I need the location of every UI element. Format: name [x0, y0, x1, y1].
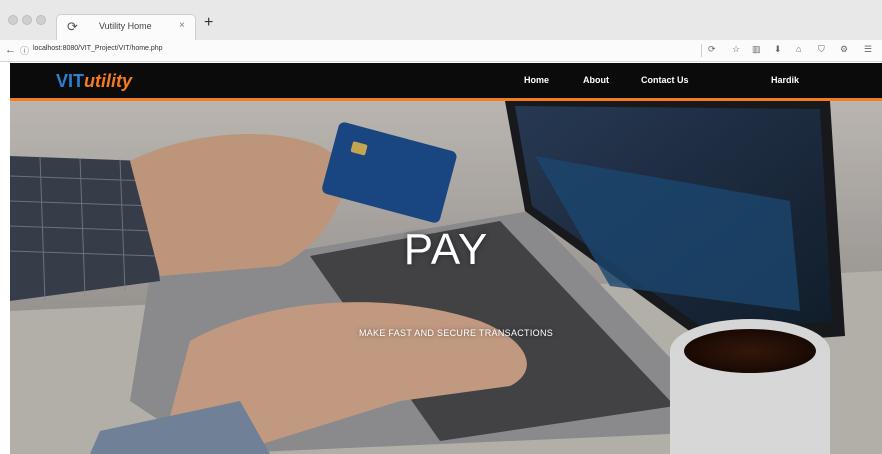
- library-icon[interactable]: ▥: [752, 44, 761, 55]
- address-bar[interactable]: localhost:8080/VIT_Project/VIT/home.php: [33, 45, 163, 52]
- shield-icon[interactable]: ⛉: [818, 44, 825, 55]
- site-logo[interactable]: VITutility: [56, 71, 132, 91]
- window-close-dot[interactable]: [8, 15, 18, 25]
- settings-icon[interactable]: ⚙: [840, 44, 848, 55]
- site-navbar: VITutility Home About Contact Us Hardik: [10, 63, 882, 101]
- window-zoom-dot[interactable]: [36, 15, 46, 25]
- star-icon[interactable]: ☆: [732, 44, 740, 55]
- menu-icon[interactable]: ☰: [864, 44, 872, 55]
- info-icon[interactable]: ⓘ: [20, 44, 29, 57]
- logo-text-vit: VIT: [56, 71, 85, 91]
- close-icon[interactable]: ×: [179, 20, 185, 31]
- browser-tab[interactable]: ⟳ Vutility Home ×: [56, 14, 196, 40]
- hero-banner: PAY MAKE FAST AND SECURE TRANSACTIONS: [10, 101, 882, 454]
- toolbar-divider: [701, 44, 702, 57]
- browser-tab-strip: ⟳ Vutility Home × +: [0, 0, 882, 40]
- window-minimize-dot[interactable]: [22, 15, 32, 25]
- browser-toolbar: ← ⓘ localhost:8080/VIT_Project/VIT/home.…: [0, 40, 882, 62]
- reload-icon[interactable]: ⟳: [67, 19, 78, 35]
- hero-title: PAY: [403, 225, 489, 274]
- new-tab-button[interactable]: +: [204, 15, 213, 31]
- logo-text-utility: utility: [84, 71, 133, 91]
- download-icon[interactable]: ⬇: [774, 44, 782, 55]
- nav-user-link[interactable]: Hardik: [771, 75, 799, 85]
- hero-subtitle: MAKE FAST AND SECURE TRANSACTIONS: [358, 328, 554, 338]
- reload-icon[interactable]: ⟳: [708, 44, 716, 55]
- back-icon[interactable]: ←: [5, 44, 16, 56]
- nav-home-link[interactable]: Home: [524, 75, 549, 85]
- nav-about-link[interactable]: About: [583, 75, 609, 85]
- home-icon[interactable]: ⌂: [796, 44, 801, 54]
- nav-contact-link[interactable]: Contact Us: [641, 75, 689, 85]
- tab-title: Vutility Home: [99, 21, 152, 31]
- hero-background-image: [10, 101, 882, 454]
